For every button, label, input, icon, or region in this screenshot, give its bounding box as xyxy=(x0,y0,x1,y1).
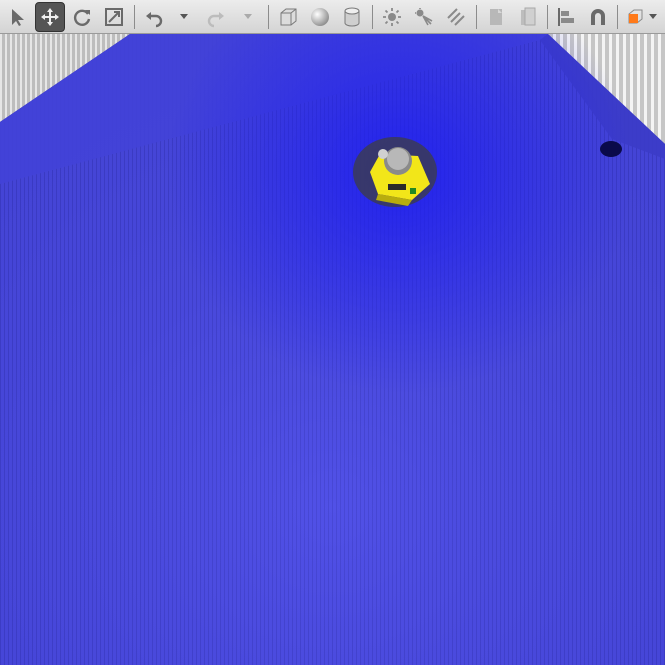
undo-history-dropdown[interactable] xyxy=(177,2,191,32)
scale-icon xyxy=(105,8,123,26)
redo-button[interactable] xyxy=(201,2,231,32)
redo-history-dropdown[interactable] xyxy=(241,2,255,32)
redo-icon xyxy=(207,12,224,28)
insert-point-light-button[interactable] xyxy=(377,2,407,32)
align-icon xyxy=(558,8,574,26)
insert-cylinder-button[interactable] xyxy=(337,2,367,32)
paste-button[interactable] xyxy=(513,2,543,32)
point-light-icon xyxy=(383,8,401,26)
insert-spot-light-button[interactable] xyxy=(409,2,439,32)
copy-button[interactable] xyxy=(481,2,511,32)
toolbar-separator xyxy=(547,5,548,29)
undo-button[interactable] xyxy=(139,2,169,32)
3d-viewport[interactable] xyxy=(0,34,665,665)
magnet-icon xyxy=(591,9,605,25)
toolbar-separator xyxy=(372,5,373,29)
copy-icon xyxy=(490,9,502,25)
toolbar-separator xyxy=(268,5,269,29)
toolbar xyxy=(0,0,665,34)
spot-light-icon xyxy=(415,8,433,26)
directional-light-icon xyxy=(447,8,465,26)
align-button[interactable] xyxy=(551,2,581,32)
arrow-cursor-icon xyxy=(12,9,24,26)
rotate-mode-button[interactable] xyxy=(67,2,97,32)
box-icon xyxy=(280,8,297,26)
view-cube-icon xyxy=(628,9,643,24)
scale-mode-button[interactable] xyxy=(99,2,129,32)
scene-render xyxy=(0,34,665,665)
chevron-down-icon xyxy=(244,14,252,19)
select-mode-button[interactable] xyxy=(3,2,33,32)
chevron-down-icon xyxy=(180,14,188,19)
move-arrows-icon xyxy=(41,8,59,26)
toolbar-separator xyxy=(476,5,477,29)
sphere-icon xyxy=(311,8,329,26)
chevron-down-icon xyxy=(649,14,657,19)
obstacle-object[interactable] xyxy=(600,141,622,157)
snap-button[interactable] xyxy=(583,2,613,32)
toolbar-separator xyxy=(617,5,618,29)
translate-mode-button[interactable] xyxy=(35,2,65,32)
cylinder-icon xyxy=(344,7,360,27)
insert-directional-light-button[interactable] xyxy=(441,2,471,32)
insert-box-button[interactable] xyxy=(273,2,303,32)
view-angle-dropdown[interactable] xyxy=(646,2,660,32)
toolbar-separator xyxy=(134,5,135,29)
undo-icon xyxy=(146,12,163,28)
rotate-icon xyxy=(73,9,91,26)
paste-icon xyxy=(521,7,536,26)
robot-model[interactable] xyxy=(353,137,437,207)
insert-sphere-button[interactable] xyxy=(305,2,335,32)
